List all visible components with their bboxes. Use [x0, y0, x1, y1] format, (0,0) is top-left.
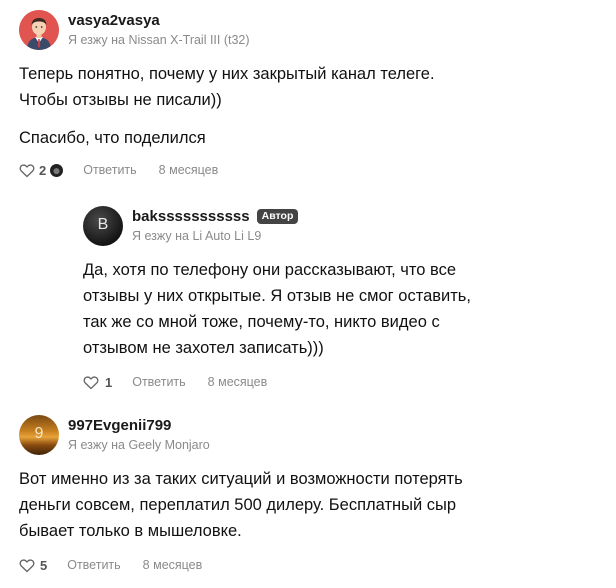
author-badge: Автор — [256, 209, 299, 224]
comment-paragraph: Чтобы отзывы не писали)) — [19, 91, 222, 109]
avatar[interactable]: B — [83, 206, 123, 246]
comment-text: Да, хотя по телефону они рассказывают, ч… — [83, 257, 603, 361]
like-button[interactable]: 5 — [19, 558, 47, 573]
comment-paragraph: Спасибо, что поделился — [19, 129, 206, 147]
comment-actions: 5 Ответить 8 месяцев — [19, 555, 609, 575]
like-count: 5 — [40, 557, 48, 573]
car-info[interactable]: Я езжу на Geely Monjaro — [68, 436, 210, 454]
user-meta: 997Evgenii799 Я езжу на Geely Monjaro — [68, 417, 210, 454]
comment-actions: 2 Ответить 8 месяцев — [19, 160, 599, 180]
comment-paragraph: деньги совсем, переплатил 500 дилеру. Бе… — [19, 496, 457, 514]
heart-icon — [83, 375, 99, 389]
username-row: baksssssssssss Автор — [132, 208, 299, 226]
like-count: 1 — [105, 374, 113, 390]
username[interactable]: vasya2vasya — [68, 12, 250, 30]
comment-1: vasya2vasya Я езжу на Nissan X-Trail III… — [19, 10, 599, 180]
comment-actions: 1 Ответить 8 месяцев — [83, 372, 603, 392]
comment-header: 9 997Evgenii799 Я езжу на Geely Monjaro — [19, 415, 609, 455]
comment-header: vasya2vasya Я езжу на Nissan X-Trail III… — [19, 10, 599, 50]
username[interactable]: 997Evgenii799 — [68, 417, 210, 435]
user-meta: baksssssssssss Автор Я езжу на Li Auto L… — [132, 208, 299, 245]
avatar[interactable] — [19, 10, 59, 50]
comment-text: Вот именно из за таких ситуаций и возмож… — [19, 466, 609, 544]
liker-avatar[interactable] — [50, 163, 64, 177]
timestamp[interactable]: 8 месяцев — [208, 375, 268, 389]
car-info[interactable]: Я езжу на Nissan X-Trail III (t32) — [68, 31, 250, 49]
reply-button[interactable]: Ответить — [67, 558, 120, 572]
comment-3: 9 997Evgenii799 Я езжу на Geely Monjaro … — [19, 415, 609, 575]
comment-paragraph: бывает только в мышеловке. — [19, 522, 242, 540]
user-meta: vasya2vasya Я езжу на Nissan X-Trail III… — [68, 12, 250, 49]
username[interactable]: baksssssssssss — [132, 208, 250, 226]
comment-paragraph: Теперь понятно, почему у них закрытый ка… — [19, 65, 435, 83]
comment-paragraph: Вот именно из за таких ситуаций и возмож… — [19, 470, 463, 488]
comment-header: B baksssssssssss Автор Я езжу на Li Auto… — [83, 206, 603, 246]
comment-paragraph: так же со мной тоже, почему-то, никто ви… — [83, 313, 440, 331]
heart-icon — [19, 558, 35, 572]
car-info[interactable]: Я езжу на Li Auto Li L9 — [132, 227, 298, 245]
reply-button[interactable]: Ответить — [132, 375, 185, 389]
comment-text: Теперь понятно, почему у них закрытый ка… — [19, 61, 599, 151]
timestamp[interactable]: 8 месяцев — [143, 558, 203, 572]
avatar-letter: B — [97, 216, 109, 233]
timestamp[interactable]: 8 месяцев — [159, 163, 219, 177]
like-count: 2 — [39, 162, 47, 178]
reply-button[interactable]: Ответить — [83, 163, 136, 177]
comment-2: B baksssssssssss Автор Я езжу на Li Auto… — [83, 206, 603, 392]
heart-icon — [19, 163, 35, 177]
avatar-letter: 9 — [34, 425, 44, 442]
comment-paragraph: отзывы у них открытые. Я отзыв не смог о… — [83, 287, 471, 305]
user-avatar-icon — [19, 10, 59, 50]
avatar[interactable]: 9 — [19, 415, 59, 455]
comment-paragraph: отзывом не захотел записать))) — [83, 339, 324, 357]
comment-paragraph: Да, хотя по телефону они рассказывают, ч… — [83, 261, 457, 279]
like-button[interactable]: 2 — [19, 162, 64, 178]
like-button[interactable]: 1 — [83, 375, 112, 390]
